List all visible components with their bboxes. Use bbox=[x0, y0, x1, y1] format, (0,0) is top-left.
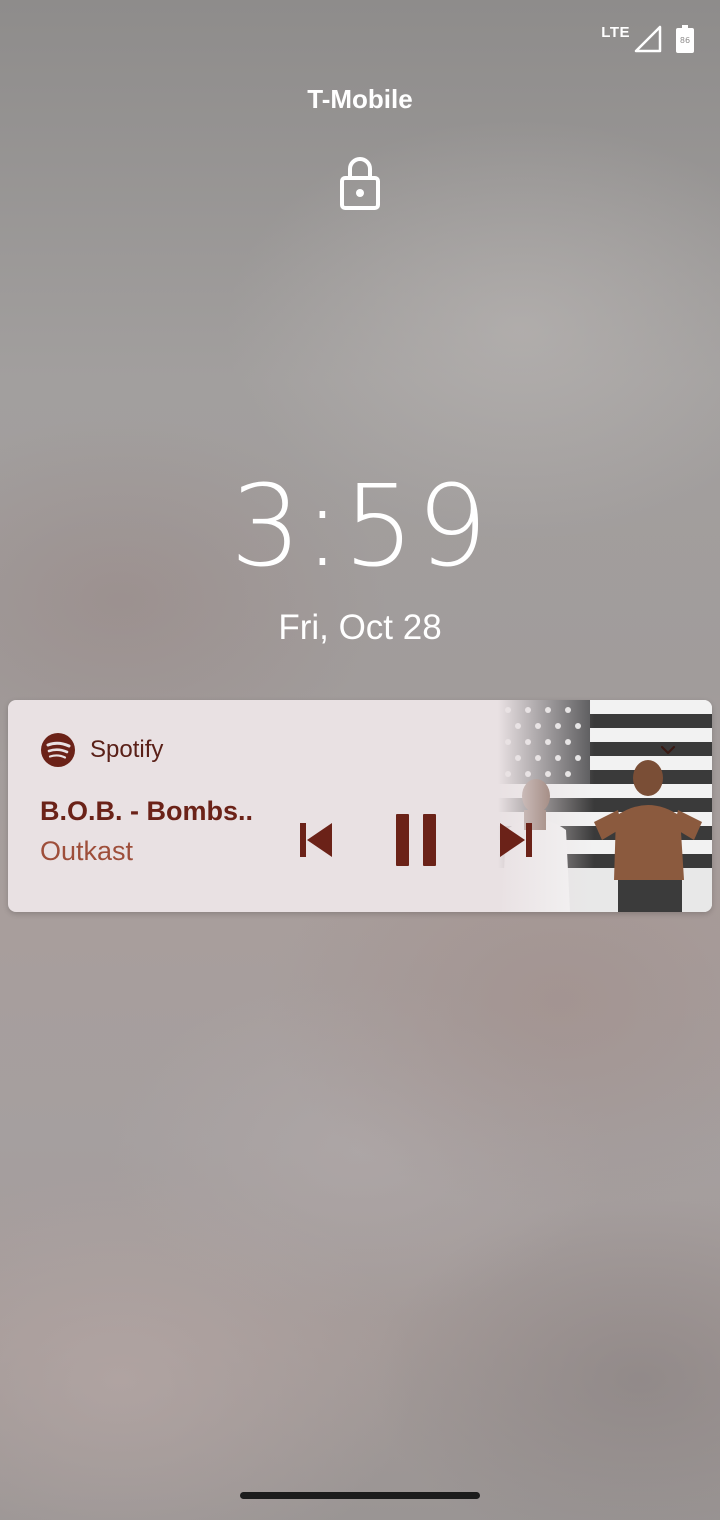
pause-button[interactable] bbox=[392, 808, 440, 872]
lock-icon[interactable] bbox=[336, 152, 384, 212]
home-gesture-handle[interactable] bbox=[240, 1492, 480, 1499]
next-icon bbox=[500, 823, 532, 857]
previous-icon bbox=[300, 823, 332, 857]
album-art-fade bbox=[498, 700, 712, 912]
clock-date: Fri, Oct 28 bbox=[278, 608, 442, 647]
clock-time: 3:59 bbox=[230, 462, 490, 592]
network-type-label: LTE bbox=[601, 24, 630, 41]
status-bar: LTE 86 bbox=[601, 22, 694, 56]
pause-icon bbox=[396, 814, 436, 866]
media-app-header: Spotify bbox=[40, 732, 163, 768]
media-song-artist: Outkast bbox=[40, 836, 134, 866]
previous-track-button[interactable] bbox=[292, 808, 340, 872]
network-indicator: LTE bbox=[601, 25, 662, 53]
battery-icon: 86 bbox=[676, 25, 694, 53]
battery-level-label: 86 bbox=[679, 36, 691, 45]
media-song-title: B.O.B. - Bombs.. bbox=[40, 796, 254, 826]
spotify-icon bbox=[41, 733, 75, 767]
carrier-name: T-Mobile bbox=[307, 84, 413, 114]
media-notification-card[interactable]: Spotify B.O.B. - Bombs.. Outkast bbox=[8, 700, 712, 912]
signal-icon bbox=[634, 25, 662, 53]
media-app-name: Spotify bbox=[90, 736, 164, 763]
chevron-down-icon[interactable] bbox=[658, 740, 678, 760]
next-track-button[interactable] bbox=[492, 808, 540, 872]
